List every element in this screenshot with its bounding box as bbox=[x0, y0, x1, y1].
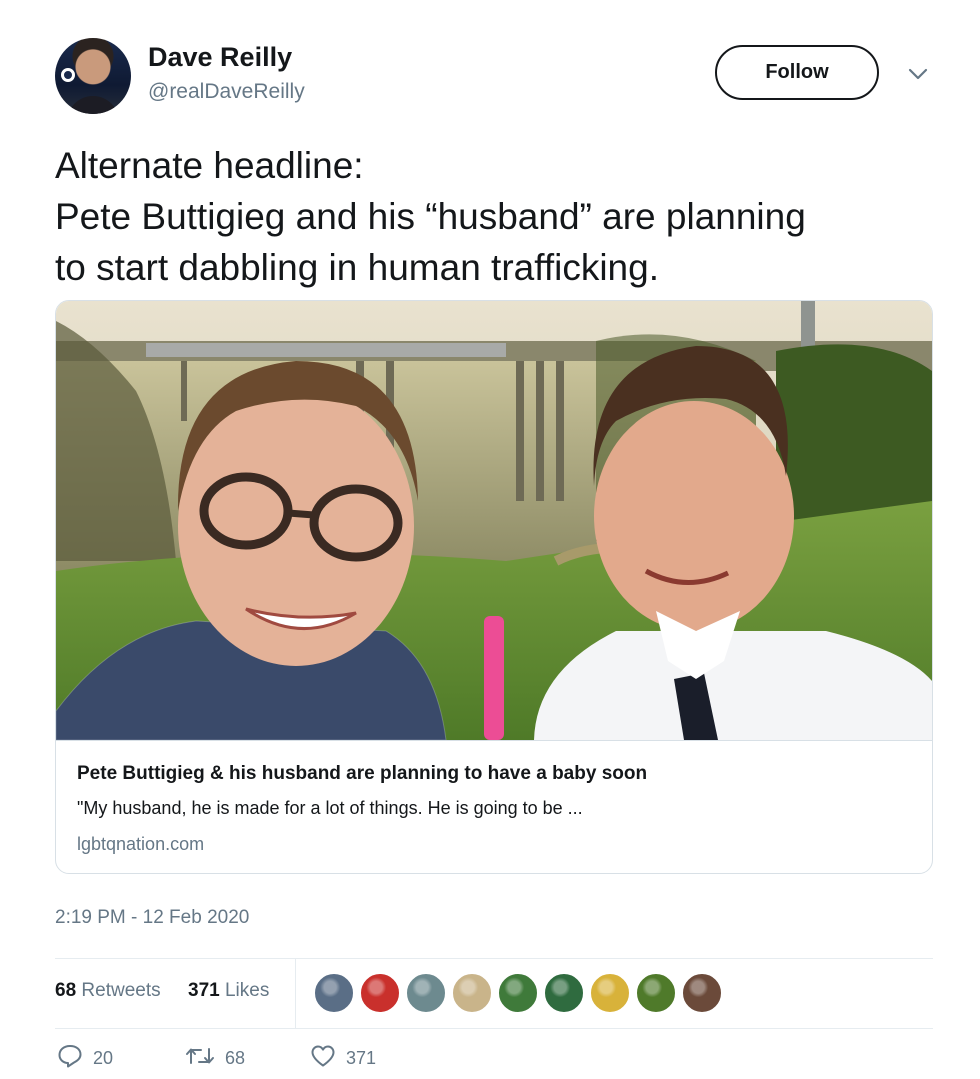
follow-button[interactable]: Follow bbox=[715, 45, 879, 100]
reply-count: 20 bbox=[93, 1047, 114, 1068]
divider bbox=[55, 1028, 933, 1029]
tweet-text: Alternate headline: Pete Buttigieg and h… bbox=[55, 140, 955, 293]
tweet-actions: 20 68 371 bbox=[55, 1040, 755, 1076]
likes-label: Likes bbox=[224, 980, 270, 1001]
card-domain[interactable]: lgbtqnation.com bbox=[77, 834, 204, 855]
liker-avatar[interactable] bbox=[589, 972, 631, 1014]
author-handle[interactable]: @realDaveReilly bbox=[148, 80, 305, 104]
card-description: "My husband, he is made for a lot of thi… bbox=[77, 798, 583, 818]
retweet-action[interactable]: 68 bbox=[185, 1040, 245, 1076]
liker-avatar[interactable] bbox=[497, 972, 539, 1014]
tweet: Dave Reilly @realDaveReilly Follow Alter… bbox=[0, 0, 980, 1079]
tweet-text-line: Alternate headline: bbox=[55, 145, 364, 186]
reply-action[interactable]: 20 bbox=[57, 1040, 113, 1076]
stats-separator bbox=[295, 958, 296, 1028]
like-count: 371 bbox=[346, 1047, 377, 1068]
liker-avatar[interactable] bbox=[635, 972, 677, 1014]
tweet-text-line: to start dabbling in human trafficking. bbox=[55, 247, 659, 288]
chevron-down-icon[interactable] bbox=[903, 62, 933, 86]
link-card[interactable]: Pete Buttigieg & his husband are plannin… bbox=[55, 300, 933, 874]
retweets-stat[interactable]: 68 Retweets bbox=[55, 980, 161, 1002]
liker-avatar[interactable] bbox=[313, 972, 355, 1014]
liker-avatar[interactable] bbox=[359, 972, 401, 1014]
avatar-shoulders bbox=[67, 96, 119, 114]
liker-avatar[interactable] bbox=[681, 972, 723, 1014]
author-display-name[interactable]: Dave Reilly bbox=[148, 42, 292, 73]
retweet-icon bbox=[185, 1045, 215, 1072]
likes-stat[interactable]: 371 Likes bbox=[188, 980, 269, 1002]
liker-avatar[interactable] bbox=[543, 972, 585, 1014]
retweets-count: 68 bbox=[55, 980, 77, 1001]
card-photo bbox=[56, 301, 932, 740]
likes-count: 371 bbox=[188, 980, 220, 1001]
liker-avatar[interactable] bbox=[451, 972, 493, 1014]
card-title[interactable]: Pete Buttigieg & his husband are plannin… bbox=[77, 763, 647, 785]
tweet-text-line: Pete Buttigieg and his “husband” are pla… bbox=[55, 196, 806, 237]
retweet-count: 68 bbox=[225, 1047, 246, 1068]
avatar-badge-icon bbox=[61, 68, 75, 82]
tweet-stats: 68 Retweets 371 Likes bbox=[55, 958, 933, 1028]
retweets-label: Retweets bbox=[81, 980, 161, 1001]
reply-icon bbox=[57, 1044, 83, 1073]
liker-avatar[interactable] bbox=[405, 972, 447, 1014]
card-body[interactable]: Pete Buttigieg & his husband are plannin… bbox=[56, 740, 932, 873]
heart-icon bbox=[310, 1044, 336, 1073]
like-action[interactable]: 371 bbox=[310, 1040, 376, 1076]
tweet-timestamp[interactable]: 2:19 PM - 12 Feb 2020 bbox=[55, 907, 249, 929]
author-avatar[interactable] bbox=[55, 38, 131, 114]
